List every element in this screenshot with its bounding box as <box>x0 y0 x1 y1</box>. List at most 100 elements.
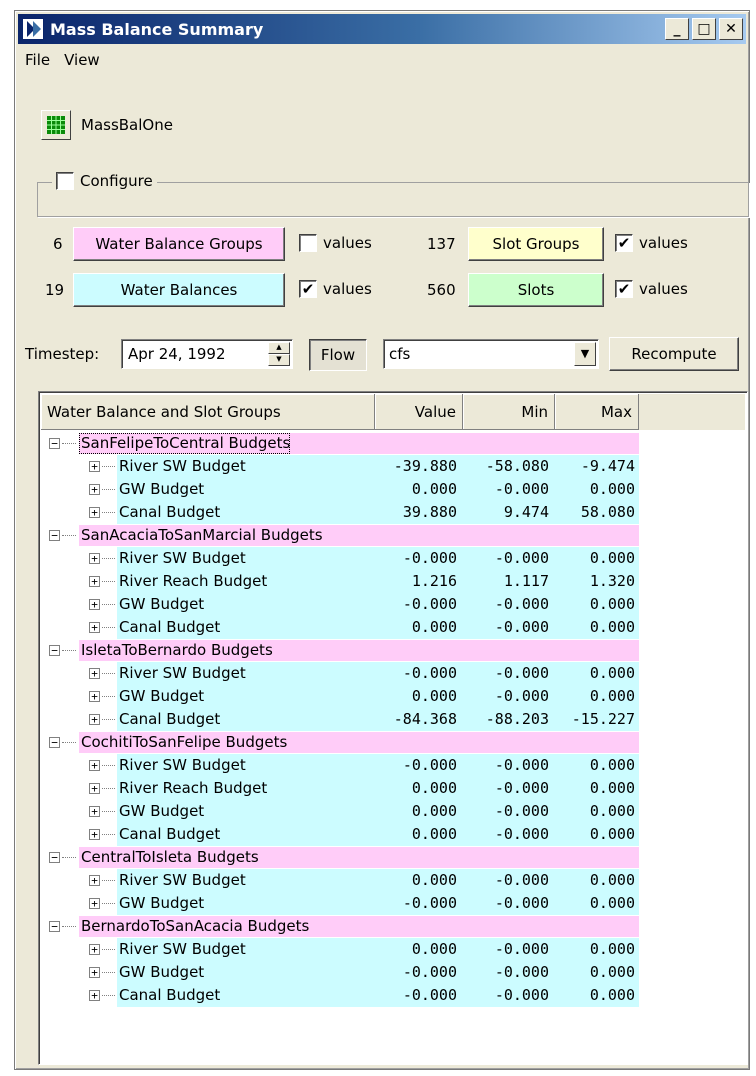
maximize-button[interactable]: □ <box>692 18 716 40</box>
tree-item-row[interactable]: + River SW Budget -39.880 -58.080 -9.474 <box>41 455 745 478</box>
slot-groups-values-toggle[interactable]: values <box>615 234 688 252</box>
expand-icon[interactable]: + <box>89 806 100 817</box>
item-max: 0.000 <box>589 687 635 705</box>
close-button[interactable]: ✕ <box>719 18 743 40</box>
collapse-icon[interactable]: − <box>49 645 60 656</box>
column-header-value[interactable]: Value <box>375 394 463 430</box>
tree-item-row[interactable]: + River SW Budget -0.000 -0.000 0.000 <box>41 547 745 570</box>
slots-button[interactable]: Slots <box>468 273 604 307</box>
tree-item-row[interactable]: + GW Budget 0.000 -0.000 0.000 <box>41 800 745 823</box>
slots-values-checkbox[interactable] <box>615 280 633 298</box>
expand-icon[interactable]: + <box>89 829 100 840</box>
tree-item-row[interactable]: + GW Budget 0.000 -0.000 0.000 <box>41 685 745 708</box>
item-min: -88.203 <box>485 710 549 728</box>
tree-group-row[interactable]: − CochitiToSanFelipe Budgets <box>41 731 745 754</box>
slot-groups-values-checkbox[interactable] <box>615 234 633 252</box>
tree-item-row[interactable]: + GW Budget -0.000 -0.000 0.000 <box>41 892 745 915</box>
expand-icon[interactable]: + <box>89 461 100 472</box>
model-open-button[interactable] <box>41 110 71 140</box>
item-name: River SW Budget <box>119 756 246 774</box>
expand-icon[interactable]: + <box>89 484 100 495</box>
tree-item-row[interactable]: + River SW Budget 0.000 -0.000 0.000 <box>41 938 745 961</box>
tree-connector <box>102 604 115 605</box>
expand-icon[interactable]: + <box>89 944 100 955</box>
expand-icon[interactable]: + <box>89 783 100 794</box>
tree-item-row[interactable]: + GW Budget 0.000 -0.000 0.000 <box>41 478 745 501</box>
timestep-up-button[interactable]: ▲ <box>268 342 290 354</box>
collapse-icon[interactable]: − <box>49 530 60 541</box>
tree-group-row[interactable]: − IsletaToBernardo Budgets <box>41 639 745 662</box>
item-max: 1.320 <box>589 572 635 590</box>
menu-view[interactable]: View <box>57 51 107 69</box>
tree-item-row[interactable]: + Canal Budget 0.000 -0.000 0.000 <box>41 823 745 846</box>
tree-item-row[interactable]: + GW Budget -0.000 -0.000 0.000 <box>41 961 745 984</box>
tree-connector <box>62 443 76 444</box>
collapse-icon[interactable]: − <box>49 852 60 863</box>
expand-icon[interactable]: + <box>89 599 100 610</box>
tree-group-row[interactable]: − BernardoToSanAcacia Budgets <box>41 915 745 938</box>
tree-item-row[interactable]: + River SW Budget 0.000 -0.000 0.000 <box>41 869 745 892</box>
item-min: -0.000 <box>494 618 549 636</box>
tree-item-row[interactable]: + River SW Budget -0.000 -0.000 0.000 <box>41 754 745 777</box>
water-balance-groups-count: 6 <box>53 235 63 253</box>
configure-checkbox[interactable] <box>56 172 74 190</box>
tree-item-row[interactable]: + River Reach Budget 1.216 1.117 1.320 <box>41 570 745 593</box>
expand-icon[interactable]: + <box>89 967 100 978</box>
item-max: 0.000 <box>589 618 635 636</box>
slot-groups-button[interactable]: Slot Groups <box>468 227 604 261</box>
expand-icon[interactable]: + <box>89 898 100 909</box>
unit-dropdown-button[interactable]: ▼ <box>574 342 596 366</box>
expand-icon[interactable]: + <box>89 553 100 564</box>
column-header-max[interactable]: Max <box>555 394 639 430</box>
flow-toggle-button[interactable]: Flow <box>309 339 367 371</box>
tree-group-row[interactable]: − SanFelipeToCentral Budgets <box>41 432 745 455</box>
tree-item-row[interactable]: + River Reach Budget 0.000 -0.000 0.000 <box>41 777 745 800</box>
tree-item-row[interactable]: + Canal Budget 0.000 -0.000 0.000 <box>41 616 745 639</box>
water-balances-values-checkbox[interactable] <box>299 280 317 298</box>
expand-icon[interactable]: + <box>89 668 100 679</box>
expand-icon[interactable]: + <box>89 875 100 886</box>
item-max: 0.000 <box>589 664 635 682</box>
item-name: GW Budget <box>119 963 205 981</box>
item-value: 0.000 <box>411 871 457 889</box>
collapse-icon[interactable]: − <box>49 921 60 932</box>
tree-item-row[interactable]: + GW Budget -0.000 -0.000 0.000 <box>41 593 745 616</box>
column-header-name[interactable]: Water Balance and Slot Groups <box>41 394 375 430</box>
item-value: -0.000 <box>402 894 457 912</box>
mass-balance-tree[interactable]: Water Balance and Slot Groups Value Min … <box>38 391 748 1065</box>
tree-connector <box>62 857 76 858</box>
tree-item-row[interactable]: + River SW Budget -0.000 -0.000 0.000 <box>41 662 745 685</box>
expand-icon[interactable]: + <box>89 714 100 725</box>
water-balance-groups-values-checkbox[interactable] <box>299 234 317 252</box>
water-balances-button[interactable]: Water Balances <box>73 273 285 307</box>
configure-label: Configure <box>80 172 153 190</box>
minimize-button[interactable]: _ <box>665 18 689 40</box>
recompute-button[interactable]: Recompute <box>609 337 739 371</box>
close-icon: ✕ <box>725 21 737 37</box>
expand-icon[interactable]: + <box>89 576 100 587</box>
tree-item-row[interactable]: + Canal Budget -84.368 -88.203 -15.227 <box>41 708 745 731</box>
collapse-icon[interactable]: − <box>49 438 60 449</box>
menu-file[interactable]: File <box>18 51 57 69</box>
water-balance-groups-values-toggle[interactable]: values <box>299 234 372 252</box>
tree-item-row[interactable]: + Canal Budget 39.880 9.474 58.080 <box>41 501 745 524</box>
collapse-icon[interactable]: − <box>49 737 60 748</box>
expand-icon[interactable]: + <box>89 760 100 771</box>
tree-group-row[interactable]: − SanAcaciaToSanMarcial Budgets <box>41 524 745 547</box>
configure-toggle[interactable]: Configure <box>52 172 157 190</box>
timestep-down-button[interactable]: ▼ <box>268 354 290 366</box>
expand-icon[interactable]: + <box>89 507 100 518</box>
tree-item-row[interactable]: + Canal Budget -0.000 -0.000 0.000 <box>41 984 745 1007</box>
timestep-input[interactable]: Apr 24, 1992 ▲ ▼ <box>121 339 293 369</box>
expand-icon[interactable]: + <box>89 990 100 1001</box>
water-balance-groups-button[interactable]: Water Balance Groups <box>73 227 285 261</box>
column-header-min[interactable]: Min <box>463 394 555 430</box>
water-balances-values-toggle[interactable]: values <box>299 280 372 298</box>
column-header-min-label: Min <box>521 402 548 421</box>
unit-select[interactable]: cfs ▼ <box>383 339 599 369</box>
tree-group-row[interactable]: − CentralToIsleta Budgets <box>41 846 745 869</box>
expand-icon[interactable]: + <box>89 622 100 633</box>
slots-values-toggle[interactable]: values <box>615 280 688 298</box>
expand-icon[interactable]: + <box>89 691 100 702</box>
title-bar: Mass Balance Summary _ □ ✕ <box>18 14 746 44</box>
